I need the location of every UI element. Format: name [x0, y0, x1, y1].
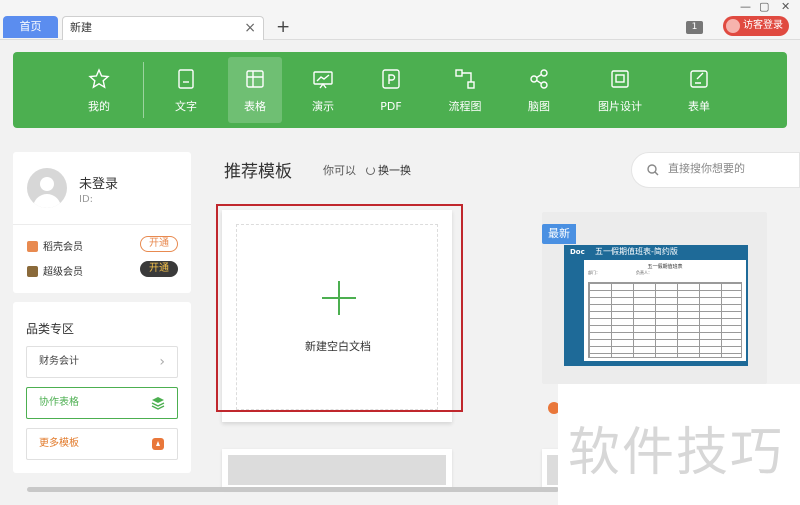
- form-icon: [690, 70, 708, 88]
- tool-label: 脑图: [528, 100, 550, 113]
- placeholder-bar: [228, 455, 446, 485]
- docer-member-icon: [27, 241, 38, 252]
- super-open-button[interactable]: 开通: [140, 261, 178, 277]
- template-sheet-field: 部门：: [588, 270, 600, 275]
- layers-icon: [151, 397, 165, 410]
- tool-text[interactable]: 文字: [159, 57, 213, 123]
- new-tab-button[interactable]: +: [276, 16, 290, 38]
- tool-label: 我的: [88, 100, 110, 113]
- new-blank-document-card[interactable]: 新建空白文档: [222, 210, 452, 422]
- tool-mine[interactable]: 我的: [72, 57, 126, 123]
- template-thumbnail: Doc 五一假期值班表-简约版 五一假期值班表 部门： 负责人：: [564, 245, 748, 366]
- title-bar: 首页 新建 × + 1 访客登录 — ▢ ✕: [0, 0, 800, 40]
- member-label: 超级会员: [43, 267, 83, 278]
- member-row-docer: 稻壳会员: [27, 238, 83, 253]
- template-card[interactable]: Doc 五一假期值班表-简约版 五一假期值班表 部门： 负责人： 最新: [542, 212, 767, 384]
- search-icon: [647, 164, 659, 176]
- chevron-right-icon: ›: [159, 354, 165, 370]
- tool-label: 表格: [244, 100, 266, 113]
- category-finance[interactable]: 财务会计 ›: [26, 346, 178, 378]
- tool-label: PDF: [380, 100, 402, 113]
- category-label: 更多模板: [39, 438, 79, 449]
- maximize-icon[interactable]: ▢: [759, 0, 769, 13]
- tool-form[interactable]: 表单: [672, 57, 726, 123]
- mindmap-icon: [530, 69, 548, 89]
- tool-label: 图片设计: [598, 100, 642, 113]
- refresh-label: 换一换: [378, 164, 411, 177]
- guest-avatar-icon: [726, 19, 740, 33]
- close-window-icon[interactable]: ✕: [781, 0, 790, 13]
- placeholder-card: [222, 449, 452, 489]
- tool-spreadsheet[interactable]: 表格: [228, 57, 282, 123]
- plus-icon: [322, 281, 356, 315]
- section-title: 推荐模板: [224, 162, 292, 182]
- toolbar-divider: [143, 62, 144, 118]
- tool-label: 演示: [312, 100, 334, 113]
- user-card: 未登录 ID: 稻壳会员 开通 超级会员 开通: [13, 152, 191, 293]
- avatar-body: [33, 194, 61, 208]
- member-row-super: 超级会员: [27, 263, 83, 278]
- tool-label: 表单: [688, 100, 710, 113]
- user-id-label: ID:: [79, 194, 94, 205]
- guest-login-label: 访客登录: [743, 20, 783, 31]
- category-collab-sheet[interactable]: 协作表格: [26, 387, 178, 419]
- category-panel: 品类专区 财务会计 › 协作表格 更多模板: [13, 302, 191, 473]
- search-box: [631, 152, 800, 188]
- category-title: 品类专区: [26, 322, 75, 336]
- app-toolbar: 我的 文字 表格 演示 PDF 流程图 脑图 图片设计 表单: [13, 52, 787, 128]
- template-sheet-field: 负责人：: [636, 270, 652, 275]
- tool-label: 流程图: [448, 100, 482, 113]
- category-label: 协作表格: [39, 397, 79, 408]
- template-sheet: 五一假期值班表 部门： 负责人：: [584, 260, 746, 361]
- avatar[interactable]: [27, 168, 67, 208]
- blank-card-inner: 新建空白文档: [236, 224, 438, 410]
- docer-icon: [152, 438, 164, 450]
- search-input[interactable]: [668, 162, 796, 175]
- member-label: 稻壳会员: [43, 242, 83, 253]
- watermark-text: 软件技巧: [568, 423, 785, 483]
- horizontal-scrollbar[interactable]: [27, 487, 559, 492]
- tool-presentation[interactable]: 演示: [296, 57, 350, 123]
- new-badge: 最新: [542, 224, 576, 244]
- pdf-icon: [382, 69, 400, 89]
- document-icon: [178, 69, 194, 89]
- template-grid: [588, 282, 742, 358]
- tool-pdf[interactable]: PDF: [364, 57, 418, 123]
- blank-document-label: 新建空白文档: [305, 340, 371, 353]
- presentation-icon: [313, 71, 333, 89]
- notification-badge[interactable]: 1: [686, 21, 703, 34]
- tool-label: 文字: [175, 100, 197, 113]
- card-divider: [13, 224, 191, 225]
- star-icon: [88, 68, 110, 89]
- tab-close-icon[interactable]: ×: [244, 17, 256, 39]
- tab-home[interactable]: 首页: [3, 16, 58, 38]
- tool-image-design[interactable]: 图片设计: [592, 57, 648, 123]
- category-more-templates[interactable]: 更多模板: [26, 428, 178, 460]
- docer-open-button[interactable]: 开通: [140, 236, 178, 252]
- super-member-icon: [27, 266, 38, 277]
- template-logo: Doc: [570, 248, 585, 256]
- tab-new[interactable]: 新建 ×: [62, 16, 264, 40]
- watermark-panel: 软件技巧: [558, 384, 800, 505]
- image-design-icon: [611, 70, 629, 88]
- category-label: 财务会计: [39, 356, 79, 367]
- table-icon: [246, 70, 264, 88]
- tab-new-label: 新建: [70, 21, 92, 34]
- guest-login-button[interactable]: 访客登录: [723, 16, 789, 36]
- avatar-head: [40, 177, 54, 191]
- flowchart-icon: [455, 69, 475, 89]
- template-sheet-title: 五一假期值班表: [647, 264, 683, 270]
- user-name[interactable]: 未登录: [79, 173, 118, 192]
- minimize-icon[interactable]: —: [740, 0, 751, 13]
- tool-mindmap[interactable]: 脑图: [512, 57, 566, 123]
- tool-flowchart[interactable]: 流程图: [438, 57, 492, 123]
- template-title: 五一假期值班表-简约版: [595, 247, 678, 256]
- section-hint: 你可以: [323, 164, 356, 177]
- refresh-button[interactable]: 换一换: [366, 162, 411, 178]
- refresh-icon: [366, 166, 375, 175]
